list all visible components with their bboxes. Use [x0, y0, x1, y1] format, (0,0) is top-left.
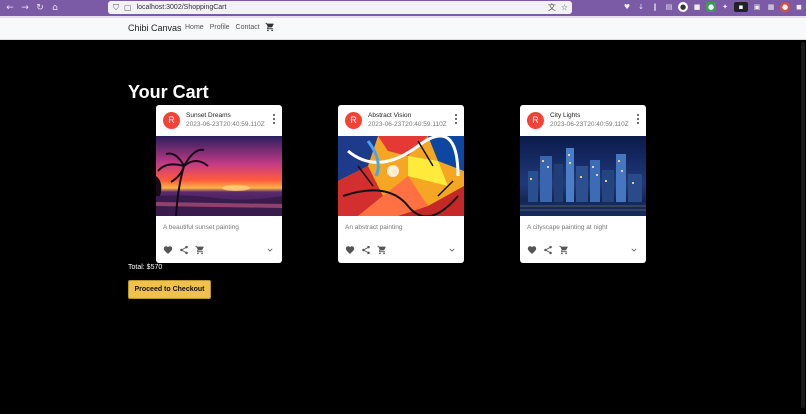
extension-icon[interactable]: ● — [678, 2, 688, 12]
avatar: R — [345, 112, 362, 129]
card-description: An abstract painting — [345, 224, 403, 231]
download-icon[interactable]: ↓ — [636, 2, 646, 12]
extension-icon[interactable]: ■ — [692, 2, 702, 12]
card-header: R Abstract Vision 2023-06-23T20:40:59.11… — [338, 105, 464, 135]
expand-more-icon[interactable] — [629, 245, 639, 255]
extension-icons: ♥ ↓ ‖ ▤ ● ■ ● ✦ ▪ ▣ ▦ ● ◼ ≡ — [622, 2, 806, 12]
more-vert-icon[interactable] — [635, 113, 641, 125]
card-header: R City Lights 2023-06-23T20:40:59.110Z — [520, 105, 646, 135]
page-icon: ▢ — [124, 3, 132, 12]
extension-icon[interactable]: ▦ — [766, 2, 776, 12]
nav-link-contact[interactable]: Contact — [236, 24, 260, 31]
nav-link-home[interactable]: Home — [185, 24, 204, 31]
favorite-icon[interactable] — [163, 245, 173, 255]
app-navbar: Chibi Canvas Home Profile Contact — [0, 18, 806, 40]
extension-icon[interactable]: ◼ — [794, 2, 804, 12]
reload-icon[interactable]: ↻ — [34, 2, 46, 14]
share-icon[interactable] — [179, 245, 189, 255]
extension-icon[interactable]: ▣ — [752, 2, 762, 12]
forward-icon[interactable]: → — [19, 2, 31, 14]
extension-icon[interactable]: ● — [706, 2, 716, 12]
extension-icon[interactable]: ▪ — [734, 2, 748, 12]
card-date: 2023-06-23T20:40:59.110Z — [368, 121, 447, 128]
add-to-cart-icon[interactable] — [195, 245, 205, 255]
cityscape-painting-image — [520, 136, 646, 216]
scrollbar-thumb[interactable] — [801, 42, 805, 408]
more-vert-icon[interactable] — [271, 113, 277, 125]
card-actions — [520, 243, 646, 259]
card-description: A beautiful sunset painting — [163, 224, 239, 231]
cart-item-card: R Sunset Dreams 2023-06-23T20:40:59.110Z… — [156, 105, 282, 263]
card-date: 2023-06-23T20:40:59.110Z — [550, 121, 629, 128]
avatar: R — [163, 112, 180, 129]
extension-icon[interactable]: ● — [780, 2, 790, 12]
card-description: A cityscape painting at night — [527, 224, 608, 231]
card-date: 2023-06-23T20:40:59.110Z — [186, 121, 265, 128]
shopping-cart-icon[interactable] — [265, 22, 275, 32]
library-icon[interactable]: ‖ — [650, 2, 660, 12]
expand-more-icon[interactable] — [265, 245, 275, 255]
cart-item-card: R City Lights 2023-06-23T20:40:59.110Z A… — [520, 105, 646, 263]
expand-more-icon[interactable] — [447, 245, 457, 255]
card-actions — [338, 243, 464, 259]
browser-toolbar: ← → ↻ ⌂ ⛉ ▢ localhost:3002/ShoppingCart … — [0, 0, 806, 16]
cart-total: Total: $570 — [128, 264, 163, 271]
add-to-cart-icon[interactable] — [377, 245, 387, 255]
sidebar-icon[interactable]: ▤ — [664, 2, 674, 12]
page-title: Your Cart — [128, 82, 209, 102]
home-icon[interactable]: ⌂ — [49, 2, 61, 14]
add-to-cart-icon[interactable] — [559, 245, 569, 255]
back-icon[interactable]: ← — [4, 2, 16, 14]
bookmark-star-icon[interactable]: ☆ — [561, 1, 568, 14]
favorite-icon[interactable] — [527, 245, 537, 255]
extension-icon[interactable]: ✦ — [720, 2, 730, 12]
url-bar[interactable]: ⛉ ▢ localhost:3002/ShoppingCart 文 ☆ — [108, 1, 572, 14]
card-header: R Sunset Dreams 2023-06-23T20:40:59.110Z — [156, 105, 282, 135]
nav-link-profile[interactable]: Profile — [210, 24, 230, 31]
abstract-painting-image — [338, 136, 464, 216]
card-title: Sunset Dreams — [186, 112, 231, 119]
sunset-painting-image — [156, 136, 282, 216]
nav-links: Home Profile Contact — [185, 24, 260, 31]
share-icon[interactable] — [543, 245, 553, 255]
translate-icon[interactable]: 文 — [548, 1, 556, 14]
url-text: localhost:3002/ShoppingCart — [136, 4, 227, 11]
pocket-icon[interactable]: ♥ — [622, 2, 632, 12]
cart-item-card: R Abstract Vision 2023-06-23T20:40:59.11… — [338, 105, 464, 263]
card-actions — [156, 243, 282, 259]
avatar: R — [527, 112, 544, 129]
favorite-icon[interactable] — [345, 245, 355, 255]
more-vert-icon[interactable] — [453, 113, 459, 125]
card-title: Abstract Vision — [368, 112, 412, 119]
card-title: City Lights — [550, 112, 581, 119]
shield-icon: ⛉ — [113, 2, 119, 12]
checkout-button[interactable]: Proceed to Checkout — [128, 280, 211, 299]
share-icon[interactable] — [361, 245, 371, 255]
brand-link[interactable]: Chibi Canvas — [128, 23, 182, 33]
